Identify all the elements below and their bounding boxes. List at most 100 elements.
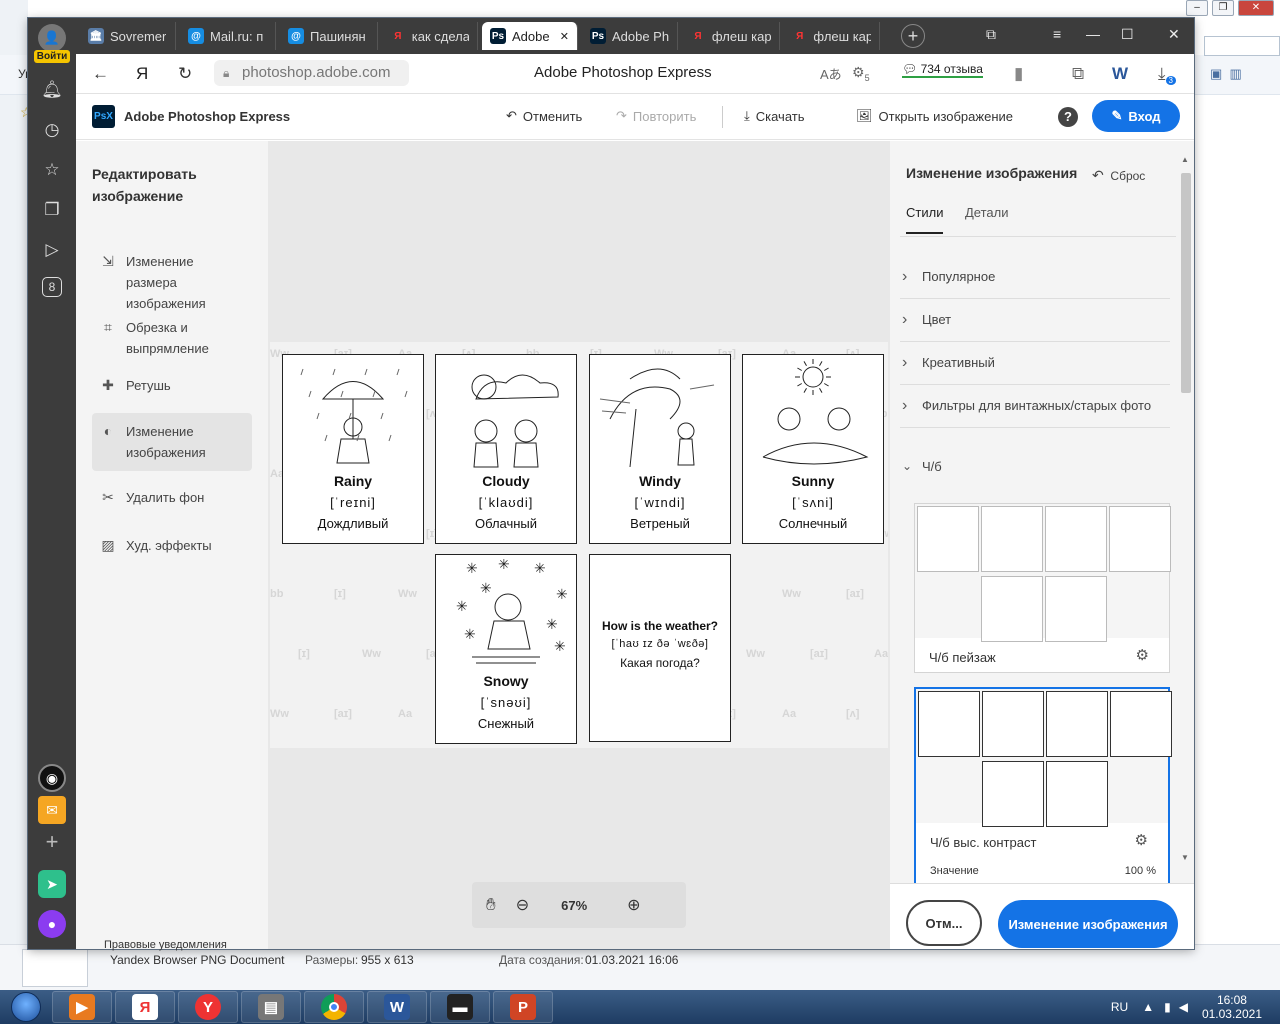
tab-4[interactable]: Якак сдела [382, 22, 478, 50]
back-icon[interactable]: ← [92, 64, 109, 84]
undo-button[interactable]: ↶ Отменить [506, 108, 582, 124]
size-value: 955 x 613 [361, 953, 414, 967]
art-effects-icon: ▨ [101, 537, 115, 553]
network-icon[interactable]: ▮ [1164, 1000, 1171, 1014]
help-icon[interactable]: ? [1058, 107, 1078, 127]
style-category[interactable]: › Популярное [900, 267, 1170, 299]
apply-adjustments-button[interactable]: Изменение изображения [998, 900, 1178, 948]
rail-badge[interactable]: 8 [42, 277, 62, 297]
open-image-button[interactable]: 🖼︎ Открыть изображение [856, 108, 1013, 124]
taskbar-scanner[interactable]: ▤ [241, 991, 301, 1023]
language-indicator[interactable]: RU [1111, 1000, 1128, 1014]
messenger-icon[interactable]: ➤ [38, 870, 66, 898]
tab-6[interactable]: Ps Adobe Ph [582, 22, 678, 50]
translate-icon[interactable]: Aあ [820, 64, 842, 83]
maximize-button[interactable]: ☐ [1121, 26, 1134, 43]
tab-5[interactable]: Ps Adobe ✕ [482, 22, 578, 50]
close-window-button[interactable]: ✕ [1168, 26, 1180, 43]
tab-styles[interactable]: Стили [906, 205, 944, 234]
tab-7[interactable]: Яфлеш кар [682, 22, 780, 50]
edit-menu-item[interactable]: ✂ Удалить фон [92, 479, 252, 516]
bookmark-icon[interactable]: ▮ [1014, 64, 1023, 84]
bell-icon[interactable]: 🔔︎ [39, 77, 65, 103]
minimize-button[interactable]: — [1086, 26, 1100, 42]
download-button[interactable]: ⤓ Скачать [744, 108, 805, 124]
style-category[interactable]: ⌄ Ч/б [900, 457, 1170, 488]
style-preset[interactable]: Ч/б выс. контраст ⚙ Значение 100 % [914, 687, 1172, 887]
card-translation: Снежный [477, 716, 535, 731]
weather-card: Windy [ˈwɪndi] Ветреный [589, 354, 731, 544]
edit-menu-item[interactable]: ◐ Изменение изображения [92, 413, 252, 471]
preset-mini-card [1045, 506, 1107, 572]
taskbar-printer[interactable]: ▬ [430, 991, 490, 1023]
alice-camera-icon[interactable]: ◉ [38, 764, 66, 792]
close-tab-icon[interactable]: ✕ [560, 30, 569, 43]
explorer-window-controls[interactable]: – ❐ ✕ [1180, 0, 1280, 20]
panel-scrollbar[interactable]: ▲ ▼ [1179, 155, 1191, 865]
start-button[interactable] [0, 990, 52, 1024]
style-category[interactable]: › Креативный [900, 353, 1170, 385]
play-icon[interactable]: ▷ [39, 237, 65, 263]
tab-2[interactable]: @ Mail.ru: п [180, 22, 276, 50]
tab-3[interactable]: @ Пашинян [280, 22, 378, 50]
edit-menu-item[interactable]: ⌗ Обрезка и выпрямление [92, 309, 252, 367]
login-badge[interactable]: Войти [33, 50, 71, 63]
reset-button[interactable]: ↶ Сброс [1092, 167, 1145, 184]
downloads-icon[interactable]: ⤓ 3 [1158, 64, 1176, 86]
word-extension-icon[interactable]: W [1112, 64, 1128, 84]
edit-menu-item[interactable]: ▨ Худ. эффекты [92, 527, 252, 564]
preset-settings-icon[interactable]: ⚙ [1135, 831, 1148, 849]
clock[interactable]: 16:08 01.03.2021 [1202, 993, 1262, 1021]
zoom-level[interactable]: 67% [561, 898, 587, 913]
svg-text:✳: ✳ [456, 598, 468, 614]
image-preview[interactable]: Ww[aɪ]Aa[ʌ]bb[ɪ]Ww[aɪ]Aa[ʌ][aɪ]Aa[ʌ]bb[ɪ… [270, 342, 888, 748]
style-category[interactable]: › Фильтры для винтажных/старых фото [900, 396, 1170, 428]
reviews-badge[interactable]: 💬︎ 734 отзыва [902, 62, 983, 78]
tabs-list-icon[interactable]: ⧉ [986, 26, 996, 43]
profile-avatar[interactable]: 👤 [38, 24, 66, 52]
explorer-search-input[interactable] [1204, 36, 1280, 56]
taskbar-presentation[interactable]: P [493, 991, 553, 1023]
new-tab-button[interactable]: + [901, 24, 925, 48]
pattern-glyph: Ww [746, 648, 765, 660]
collections-icon[interactable]: ⧉ [1072, 64, 1084, 84]
style-category[interactable]: › Цвет [900, 310, 1170, 342]
style-preset[interactable]: Ч/б пейзаж ⚙ [914, 503, 1171, 673]
cancel-button[interactable]: Отм... [906, 900, 982, 946]
card-word: Windy [639, 473, 681, 489]
login-button[interactable]: ✎ Вход [1092, 100, 1180, 132]
scrollbar-thumb[interactable] [1181, 173, 1191, 393]
extension-icon[interactable]: ⚙5 [852, 64, 870, 83]
redo-button[interactable]: ↷ Повторить [616, 108, 696, 124]
tab-details[interactable]: Детали [965, 205, 1009, 220]
edit-menu-item[interactable]: ✚ Ретушь [92, 367, 252, 404]
reload-icon[interactable]: ↻ [178, 64, 192, 84]
taskbar-yandex-browser[interactable]: Y [178, 991, 238, 1023]
taskbar-media-player[interactable]: ▶ [52, 991, 112, 1023]
alice-icon[interactable]: ● [38, 910, 66, 938]
preset-settings-icon[interactable]: ⚙ [1136, 646, 1149, 664]
mail-icon[interactable]: ✉ [38, 796, 66, 824]
legal-notices-link[interactable]: Правовые уведомления [104, 939, 227, 951]
yandex-icon[interactable]: Я [136, 64, 148, 84]
zoom-in-icon[interactable]: ⊕ [627, 895, 640, 915]
menu-icon[interactable]: ≡ [1053, 26, 1061, 42]
hand-tool-icon[interactable]: ✋︎ [486, 895, 496, 915]
taskbar-chrome[interactable] [304, 991, 364, 1023]
tab-8[interactable]: Яфлеш кар [784, 22, 880, 50]
add-panel-icon[interactable]: + [38, 828, 66, 856]
taskbar-yandex-search[interactable]: Я [115, 991, 175, 1023]
star-icon[interactable]: ☆ [39, 157, 65, 183]
collections-icon[interactable]: ❐ [39, 197, 65, 223]
preset-thumbnail [915, 504, 1171, 642]
tab-1[interactable]: 🏛︎ Sovremer [80, 22, 176, 50]
url-field[interactable]: 🔒︎ photoshop.adobe.com [214, 60, 409, 86]
canvas-area[interactable]: Ww[aɪ]Aa[ʌ]bb[ɪ]Ww[aɪ]Aa[ʌ][aɪ]Aa[ʌ]bb[ɪ… [268, 141, 890, 949]
zoom-out-icon[interactable]: ⊖ [516, 895, 529, 915]
taskbar-word[interactable]: W [367, 991, 427, 1023]
history-icon[interactable]: ◷ [39, 117, 65, 143]
preset-mini-card [982, 761, 1044, 827]
tray-arrow-icon[interactable]: ▲ [1142, 1000, 1154, 1014]
volume-icon[interactable]: ◀ [1179, 1000, 1188, 1014]
explorer-view-icons[interactable]: ▣ ▥ [1210, 66, 1270, 84]
